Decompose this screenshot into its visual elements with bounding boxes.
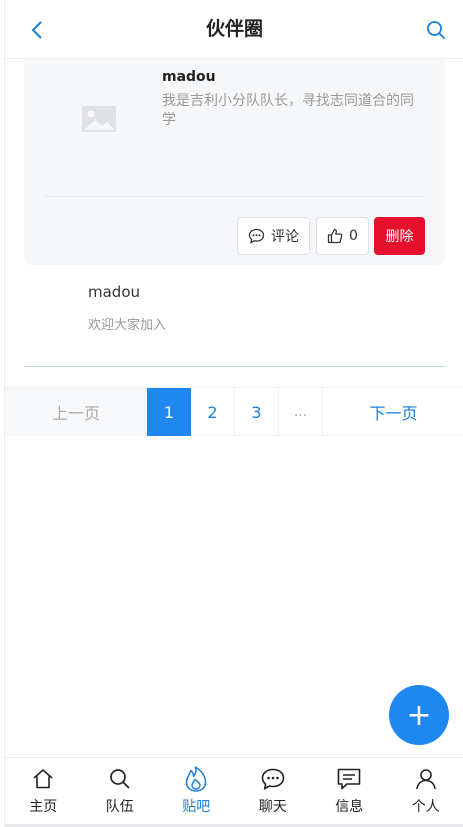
tab-profile[interactable]: 个人 — [388, 758, 463, 827]
post-content: 我是吉利小分队队长，寻找志同道合的同学 — [162, 93, 414, 128]
tab-team[interactable]: 队伍 — [82, 758, 159, 827]
tab-chat[interactable]: 聊天 — [235, 758, 312, 827]
next-page-button[interactable]: 下一页 — [323, 388, 463, 436]
comment-icon — [248, 228, 265, 244]
tab-label: 主页 — [29, 799, 58, 815]
add-post-button[interactable]: + — [389, 685, 449, 745]
like-button[interactable]: 0 — [316, 217, 369, 255]
prev-page-button[interactable]: 上一页 — [5, 388, 147, 436]
page-3-button[interactable]: 3 — [235, 388, 279, 436]
chat-bubble-icon — [260, 766, 286, 792]
message-icon — [336, 766, 362, 792]
post-content: 欢迎大家加入 — [88, 318, 167, 333]
post-username: madou — [162, 69, 216, 85]
image-placeholder-icon — [80, 103, 120, 137]
page-title: 伙伴圈 — [205, 18, 263, 40]
divider — [45, 196, 424, 197]
delete-button[interactable]: 删除 — [374, 217, 425, 255]
delete-label: 删除 — [385, 229, 414, 245]
flame-icon — [183, 766, 209, 792]
comment-label: 评论 — [271, 229, 299, 245]
like-count: 0 — [349, 228, 358, 244]
post-card: madou 我是吉利小分队队长，寻找志同道合的同学 评论 0 删除 — [24, 59, 445, 265]
tab-label: 信息 — [335, 799, 364, 815]
tab-label: 贴吧 — [182, 799, 211, 815]
tab-label: 聊天 — [258, 799, 287, 815]
app-frame: 伙伴圈 madou 我是吉利小分队队长，寻找志同道合的同学 评论 0 删除 ma… — [4, 0, 463, 827]
plus-icon: + — [406, 697, 432, 733]
tab-forum[interactable]: 贴吧 — [158, 758, 235, 827]
post-item[interactable]: madou 欢迎大家加入 — [24, 265, 445, 367]
tab-label: 个人 — [411, 799, 440, 815]
tab-home[interactable]: 主页 — [5, 758, 82, 827]
pagination: 上一页 1 2 3 ... 下一页 — [5, 387, 463, 436]
search-button[interactable] — [424, 17, 448, 43]
tab-label: 队伍 — [105, 799, 134, 815]
thumbs-up-icon — [327, 228, 343, 244]
user-icon — [413, 766, 439, 792]
search-icon — [427, 21, 446, 40]
home-icon — [30, 766, 56, 792]
tab-bar: 主页 队伍 贴吧 聊天 信息 个人 — [5, 757, 463, 827]
comment-button[interactable]: 评论 — [237, 217, 310, 255]
page-1-button[interactable]: 1 — [147, 388, 191, 436]
search-icon — [107, 766, 133, 792]
nav-bar: 伙伴圈 — [5, 0, 463, 59]
tab-messages[interactable]: 信息 — [311, 758, 388, 827]
post-username: madou — [88, 283, 141, 301]
page-ellipsis: ... — [279, 388, 323, 436]
page-2-button[interactable]: 2 — [191, 388, 235, 436]
